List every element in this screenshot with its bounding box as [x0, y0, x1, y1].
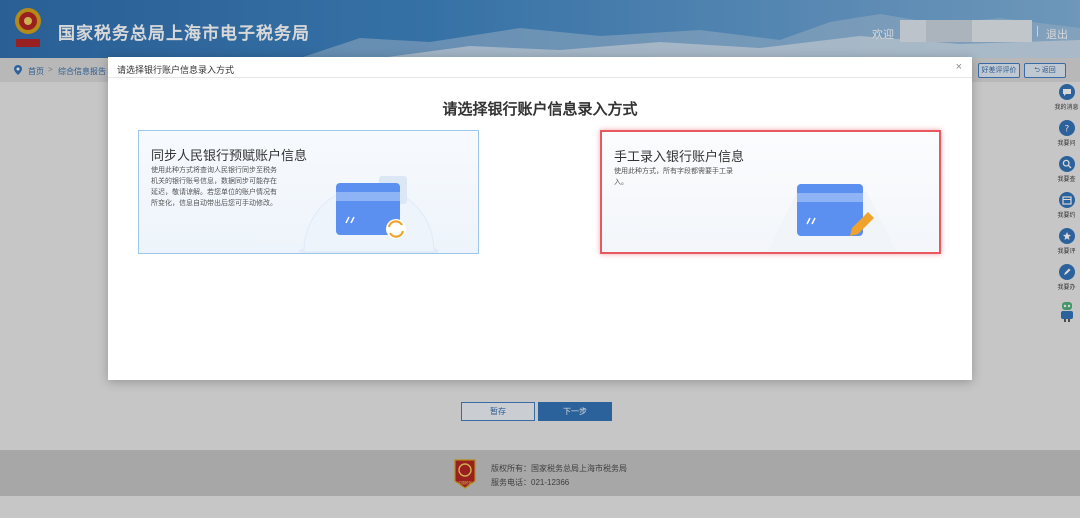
card-edit-icon: [767, 184, 897, 252]
close-icon[interactable]: ×: [956, 61, 962, 73]
option-description: 使用此种方式将查询人民银行同步至税务 机关的银行账号信息，数据同步可能存在 延迟…: [151, 165, 277, 209]
option-manual-entry-card[interactable]: 手工录入银行账户信息 使用此种方式，所有字段都需要手工录 入。: [600, 130, 941, 254]
description-line: 入。: [614, 179, 628, 186]
description-line: 使用此种方式将查询人民银行同步至税务: [151, 167, 277, 174]
option-title: 同步人民银行预赋账户信息: [151, 148, 308, 163]
entry-method-dialog: 请选择银行账户信息录入方式 × 请选择银行账户信息录入方式 同步人民银行预赋账户…: [108, 57, 972, 380]
description-line: 机关的银行账号信息，数据同步可能存在: [151, 178, 277, 185]
description-line: 延迟，敬请谅解。若您单位的账户情况有: [151, 189, 277, 196]
description-line: 所变化，信息自动带出后您可手动修改。: [151, 200, 277, 207]
option-title: 手工录入银行账户信息: [614, 149, 745, 164]
dialog-header: 请选择银行账户信息录入方式 ×: [108, 57, 972, 78]
card-sync-icon: [299, 176, 439, 253]
option-description: 使用此种方式，所有字段都需要手工录 入。: [614, 166, 733, 188]
dialog-title: 请选择银行账户信息录入方式: [117, 65, 235, 75]
description-line: 使用此种方式，所有字段都需要手工录: [614, 168, 733, 175]
option-sync-pbc-card[interactable]: 同步人民银行预赋账户信息 使用此种方式将查询人民银行同步至税务 机关的银行账号信…: [138, 130, 479, 254]
dialog-heading: 请选择银行账户信息录入方式: [442, 101, 638, 118]
